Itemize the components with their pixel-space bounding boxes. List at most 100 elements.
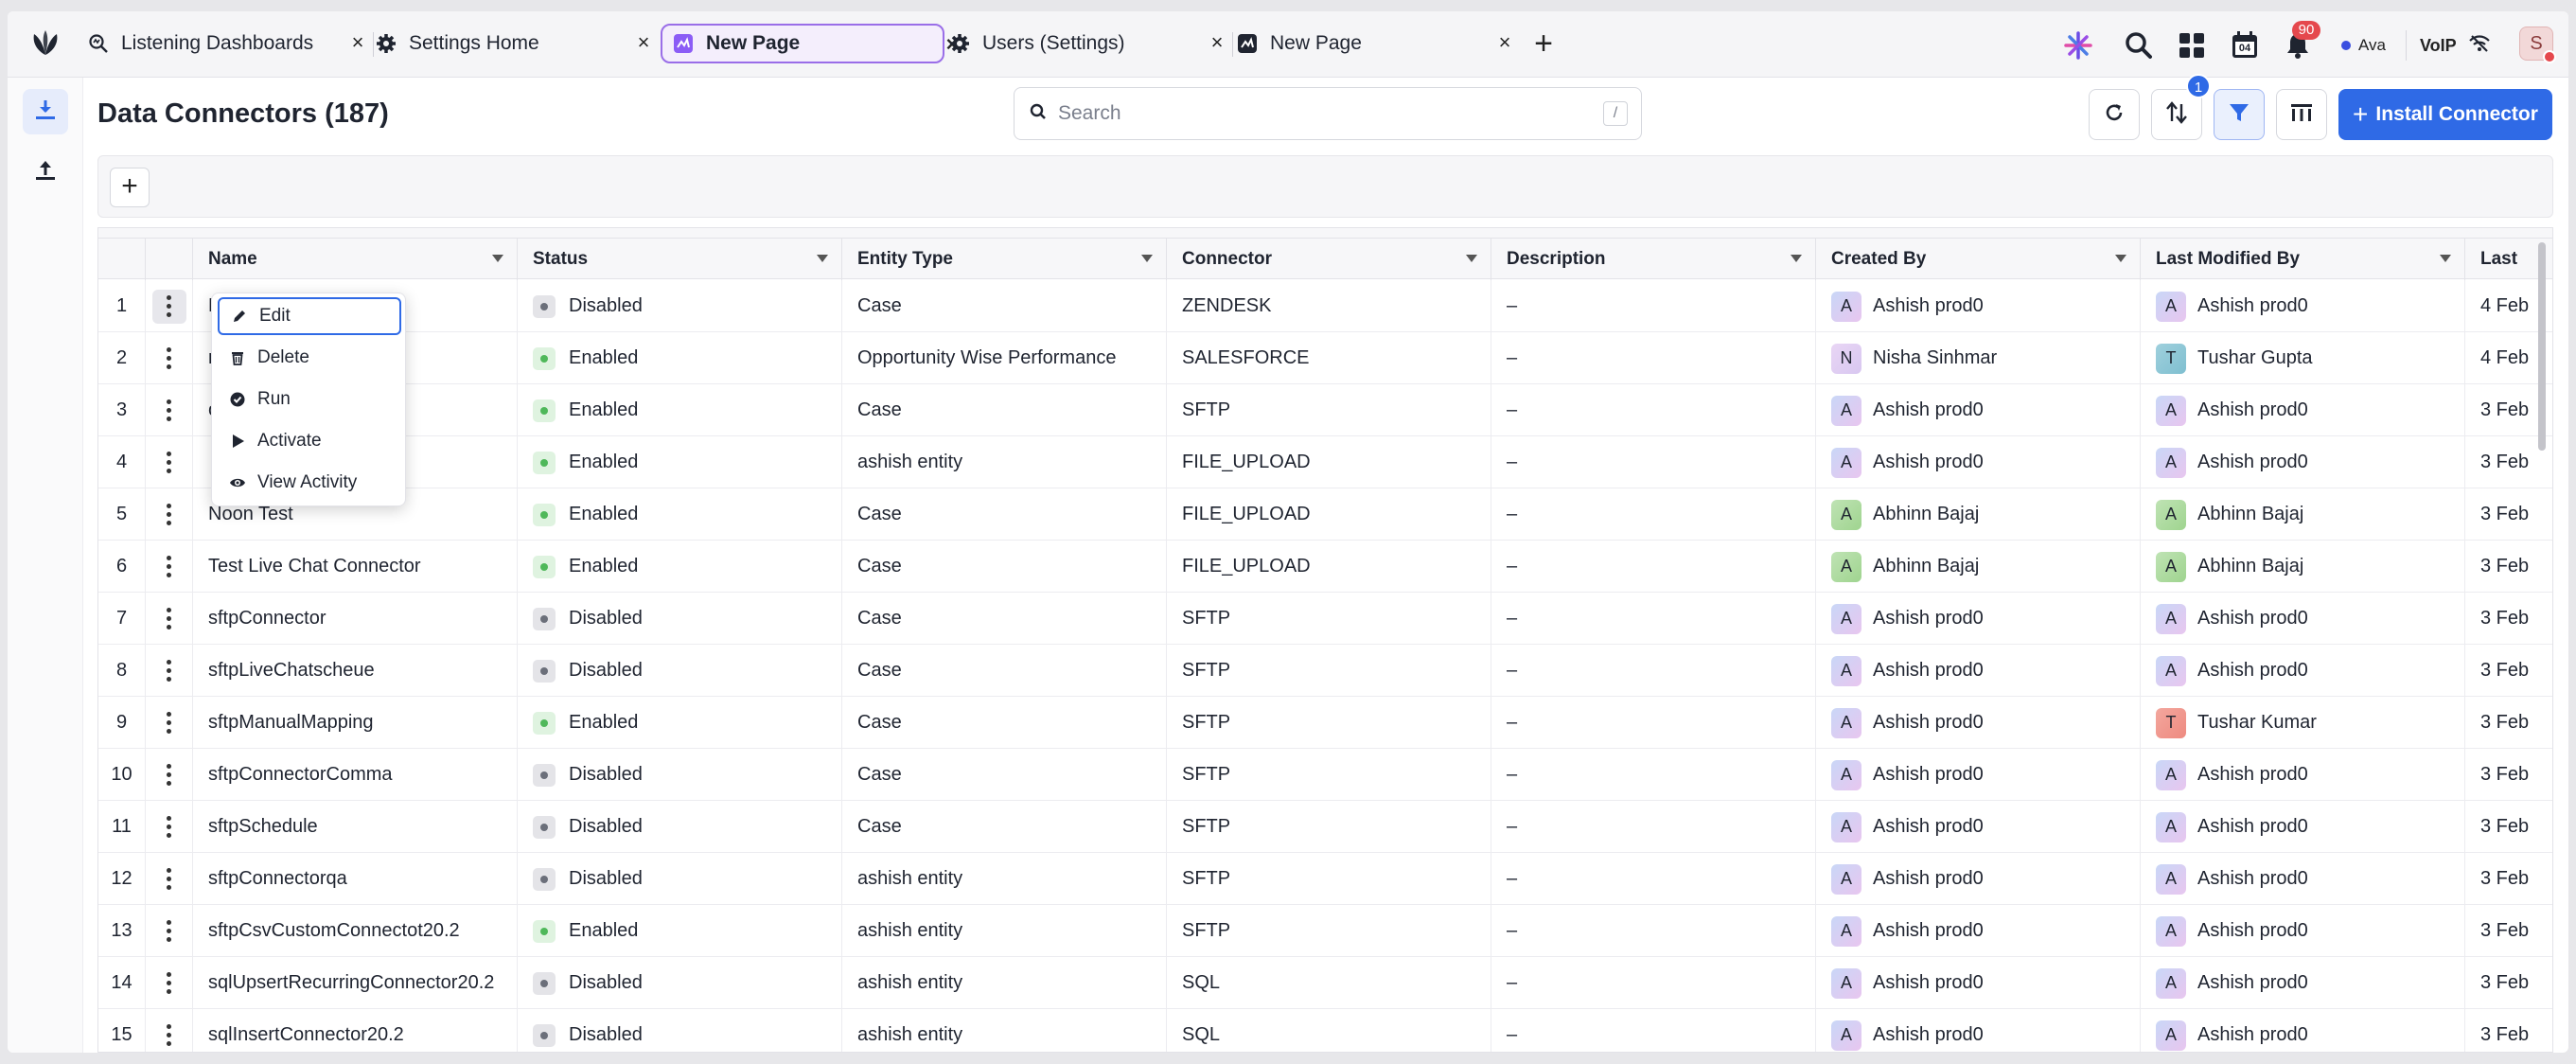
connector-name[interactable]: sqlInsertConnector20.2 (193, 1009, 518, 1052)
more-vertical-icon[interactable] (152, 498, 186, 532)
close-icon[interactable]: × (346, 30, 369, 54)
table-row[interactable]: 5 Noon Test Enabled Case FILE_UPLOAD – A Abhinn… (98, 488, 2552, 541)
table-row[interactable]: 13 sftpCsvCustomConnectot20.2 Enabled ashis… (98, 905, 2552, 957)
table-row[interactable]: 7 sftpConnector Disabled Case SFTP – A Ashish p… (98, 593, 2552, 645)
search-input[interactable] (1058, 102, 1588, 125)
rail-export-button[interactable] (23, 150, 68, 195)
ava-status[interactable]: Ava (2334, 30, 2404, 61)
search-box[interactable]: / (1014, 87, 1642, 140)
header-connector[interactable]: Connector (1167, 239, 1491, 280)
header-description[interactable]: Description (1491, 239, 1816, 280)
more-vertical-icon[interactable] (152, 342, 186, 376)
filter-button[interactable] (2214, 89, 2265, 140)
more-vertical-icon[interactable] (152, 550, 186, 584)
more-vertical-icon[interactable] (152, 602, 186, 636)
more-vertical-icon[interactable] (152, 446, 186, 480)
rail-import-button[interactable] (23, 89, 68, 134)
connector-name[interactable]: Test Live Chat Connector (193, 541, 518, 593)
table-row[interactable]: 3or20.2EnabledCaseSFTP–AAshish prod0AAsh… (98, 384, 2552, 436)
avatar: A (1831, 967, 1861, 999)
connector-name[interactable]: sftpManualMapping (193, 697, 518, 749)
created-by-name: Ashish prod0 (1873, 608, 1984, 629)
columns-button[interactable] (2276, 89, 2327, 140)
table-row[interactable]: 1BooleanDisabledCaseZENDESK–AAshish prod… (98, 280, 2552, 332)
calendar-icon[interactable]: 04 (2228, 28, 2262, 62)
sort-caret-icon[interactable] (2440, 255, 2451, 262)
connector-name[interactable]: sqlUpsertRecurringConnector20.2 (193, 957, 518, 1009)
table-row[interactable]: 11 sftpSchedule Disabled Case SFTP – A Ashish p… (98, 801, 2552, 853)
vertical-scrollbar[interactable] (2536, 237, 2548, 1053)
connector-type: FILE_UPLOAD (1167, 488, 1491, 541)
plus-icon: + (2353, 99, 2369, 129)
table-row[interactable]: 2nity 21 OctEnabledOpportunity Wise Perf… (98, 332, 2552, 384)
table-row[interactable]: 10 sftpConnectorComma Disabled Case SFTP – A As… (98, 749, 2552, 801)
tab-users-settings[interactable]: Users (Settings) × (948, 24, 1228, 63)
menu-item-edit[interactable]: Edit (218, 297, 401, 335)
connector-name[interactable]: sftpConnectorComma (193, 749, 518, 801)
connector-type: SFTP (1167, 801, 1491, 853)
sort-caret-icon[interactable] (1466, 255, 1477, 262)
refresh-button[interactable] (2089, 89, 2140, 140)
header-last-modified-by[interactable]: Last Modified By (2141, 239, 2465, 280)
header-name[interactable]: Name (193, 239, 518, 280)
more-vertical-icon[interactable] (152, 914, 186, 949)
created-by-cell: A Ashish prod0 (1816, 853, 2141, 905)
more-vertical-icon[interactable] (152, 966, 186, 1001)
tab-new-page-active[interactable]: New Page × (661, 24, 958, 63)
row-number: 3 (98, 384, 146, 436)
header-entity-type[interactable]: Entity Type (842, 239, 1167, 280)
more-vertical-icon[interactable] (151, 289, 186, 324)
description: – (1491, 645, 1816, 697)
tab-new-page[interactable]: New Page × (1236, 24, 1516, 63)
more-vertical-icon[interactable] (152, 758, 186, 792)
menu-item-activate[interactable]: Activate (218, 422, 401, 460)
user-avatar[interactable]: S (2519, 27, 2556, 63)
table-row[interactable]: 14 sqlUpsertRecurringConnector20.2 Disable… (98, 957, 2552, 1009)
ai-sparkle-icon[interactable] (2061, 28, 2095, 62)
connector-name[interactable]: sftpLiveChatscheue (193, 645, 518, 697)
more-vertical-icon[interactable] (152, 1019, 186, 1053)
table-row[interactable]: 8 sftpLiveChatscheue Disabled Case SFTP – A Ash… (98, 645, 2552, 697)
close-icon[interactable]: × (1206, 30, 1228, 54)
more-vertical-icon[interactable] (152, 810, 186, 844)
more-vertical-icon[interactable] (152, 862, 186, 896)
more-vertical-icon[interactable] (152, 706, 186, 740)
sort-caret-icon[interactable] (492, 255, 503, 262)
more-vertical-icon[interactable] (152, 394, 186, 428)
description: – (1491, 384, 1816, 436)
avatar: A (1831, 811, 1861, 842)
install-connector-button[interactable]: + Install Connector (2338, 89, 2552, 140)
header-created-by[interactable]: Created By (1816, 239, 2141, 280)
header-status[interactable]: Status (518, 239, 842, 280)
connector-name[interactable]: sftpCsvCustomConnectot20.2 (193, 905, 518, 957)
sort-caret-icon[interactable] (817, 255, 828, 262)
close-icon[interactable]: × (632, 30, 655, 54)
table-row[interactable]: 6 Test Live Chat Connector Enabled Case FILE… (98, 541, 2552, 593)
table-row[interactable]: 12 sftpConnectorqa Disabled ashish entity SF… (98, 853, 2552, 905)
status-label: Disabled (569, 608, 643, 629)
menu-item-run[interactable]: Run (218, 381, 401, 418)
add-tab-button[interactable]: + (1527, 27, 1560, 61)
menu-item-delete[interactable]: Delete (218, 339, 401, 377)
connector-name[interactable]: sftpSchedule (193, 801, 518, 853)
sprinklr-logo-icon[interactable] (26, 27, 64, 61)
table-row[interactable]: 15 sqlInsertConnector20.2 Disabled ashish e… (98, 1009, 2552, 1053)
scrollbar-thumb[interactable] (2538, 242, 2546, 451)
search-icon[interactable] (2122, 28, 2156, 62)
tab-settings-home[interactable]: Settings Home × (375, 24, 655, 63)
sort-caret-icon[interactable] (1141, 255, 1153, 262)
header-row-number (98, 239, 146, 280)
apps-grid-icon[interactable] (2175, 28, 2209, 62)
more-vertical-icon[interactable] (152, 654, 186, 688)
menu-item-view-activity[interactable]: View Activity (218, 464, 401, 502)
sort-caret-icon[interactable] (1791, 255, 1802, 262)
connector-name[interactable]: sftpConnector (193, 593, 518, 645)
sort-caret-icon[interactable] (2115, 255, 2126, 262)
tab-listening-dashboards[interactable]: Listening Dashboards × (87, 24, 369, 63)
add-button[interactable]: + (110, 168, 150, 207)
table-row[interactable]: 4 Enabled ashish entity FILE_UPLOAD – A Ashish… (98, 436, 2552, 488)
voip-toggle[interactable]: VoIP (2406, 30, 2523, 61)
close-icon[interactable]: × (1493, 30, 1516, 54)
table-row[interactable]: 9 sftpManualMapping Enabled Case SFTP – A Ashis… (98, 697, 2552, 749)
connector-name[interactable]: sftpConnectorqa (193, 853, 518, 905)
